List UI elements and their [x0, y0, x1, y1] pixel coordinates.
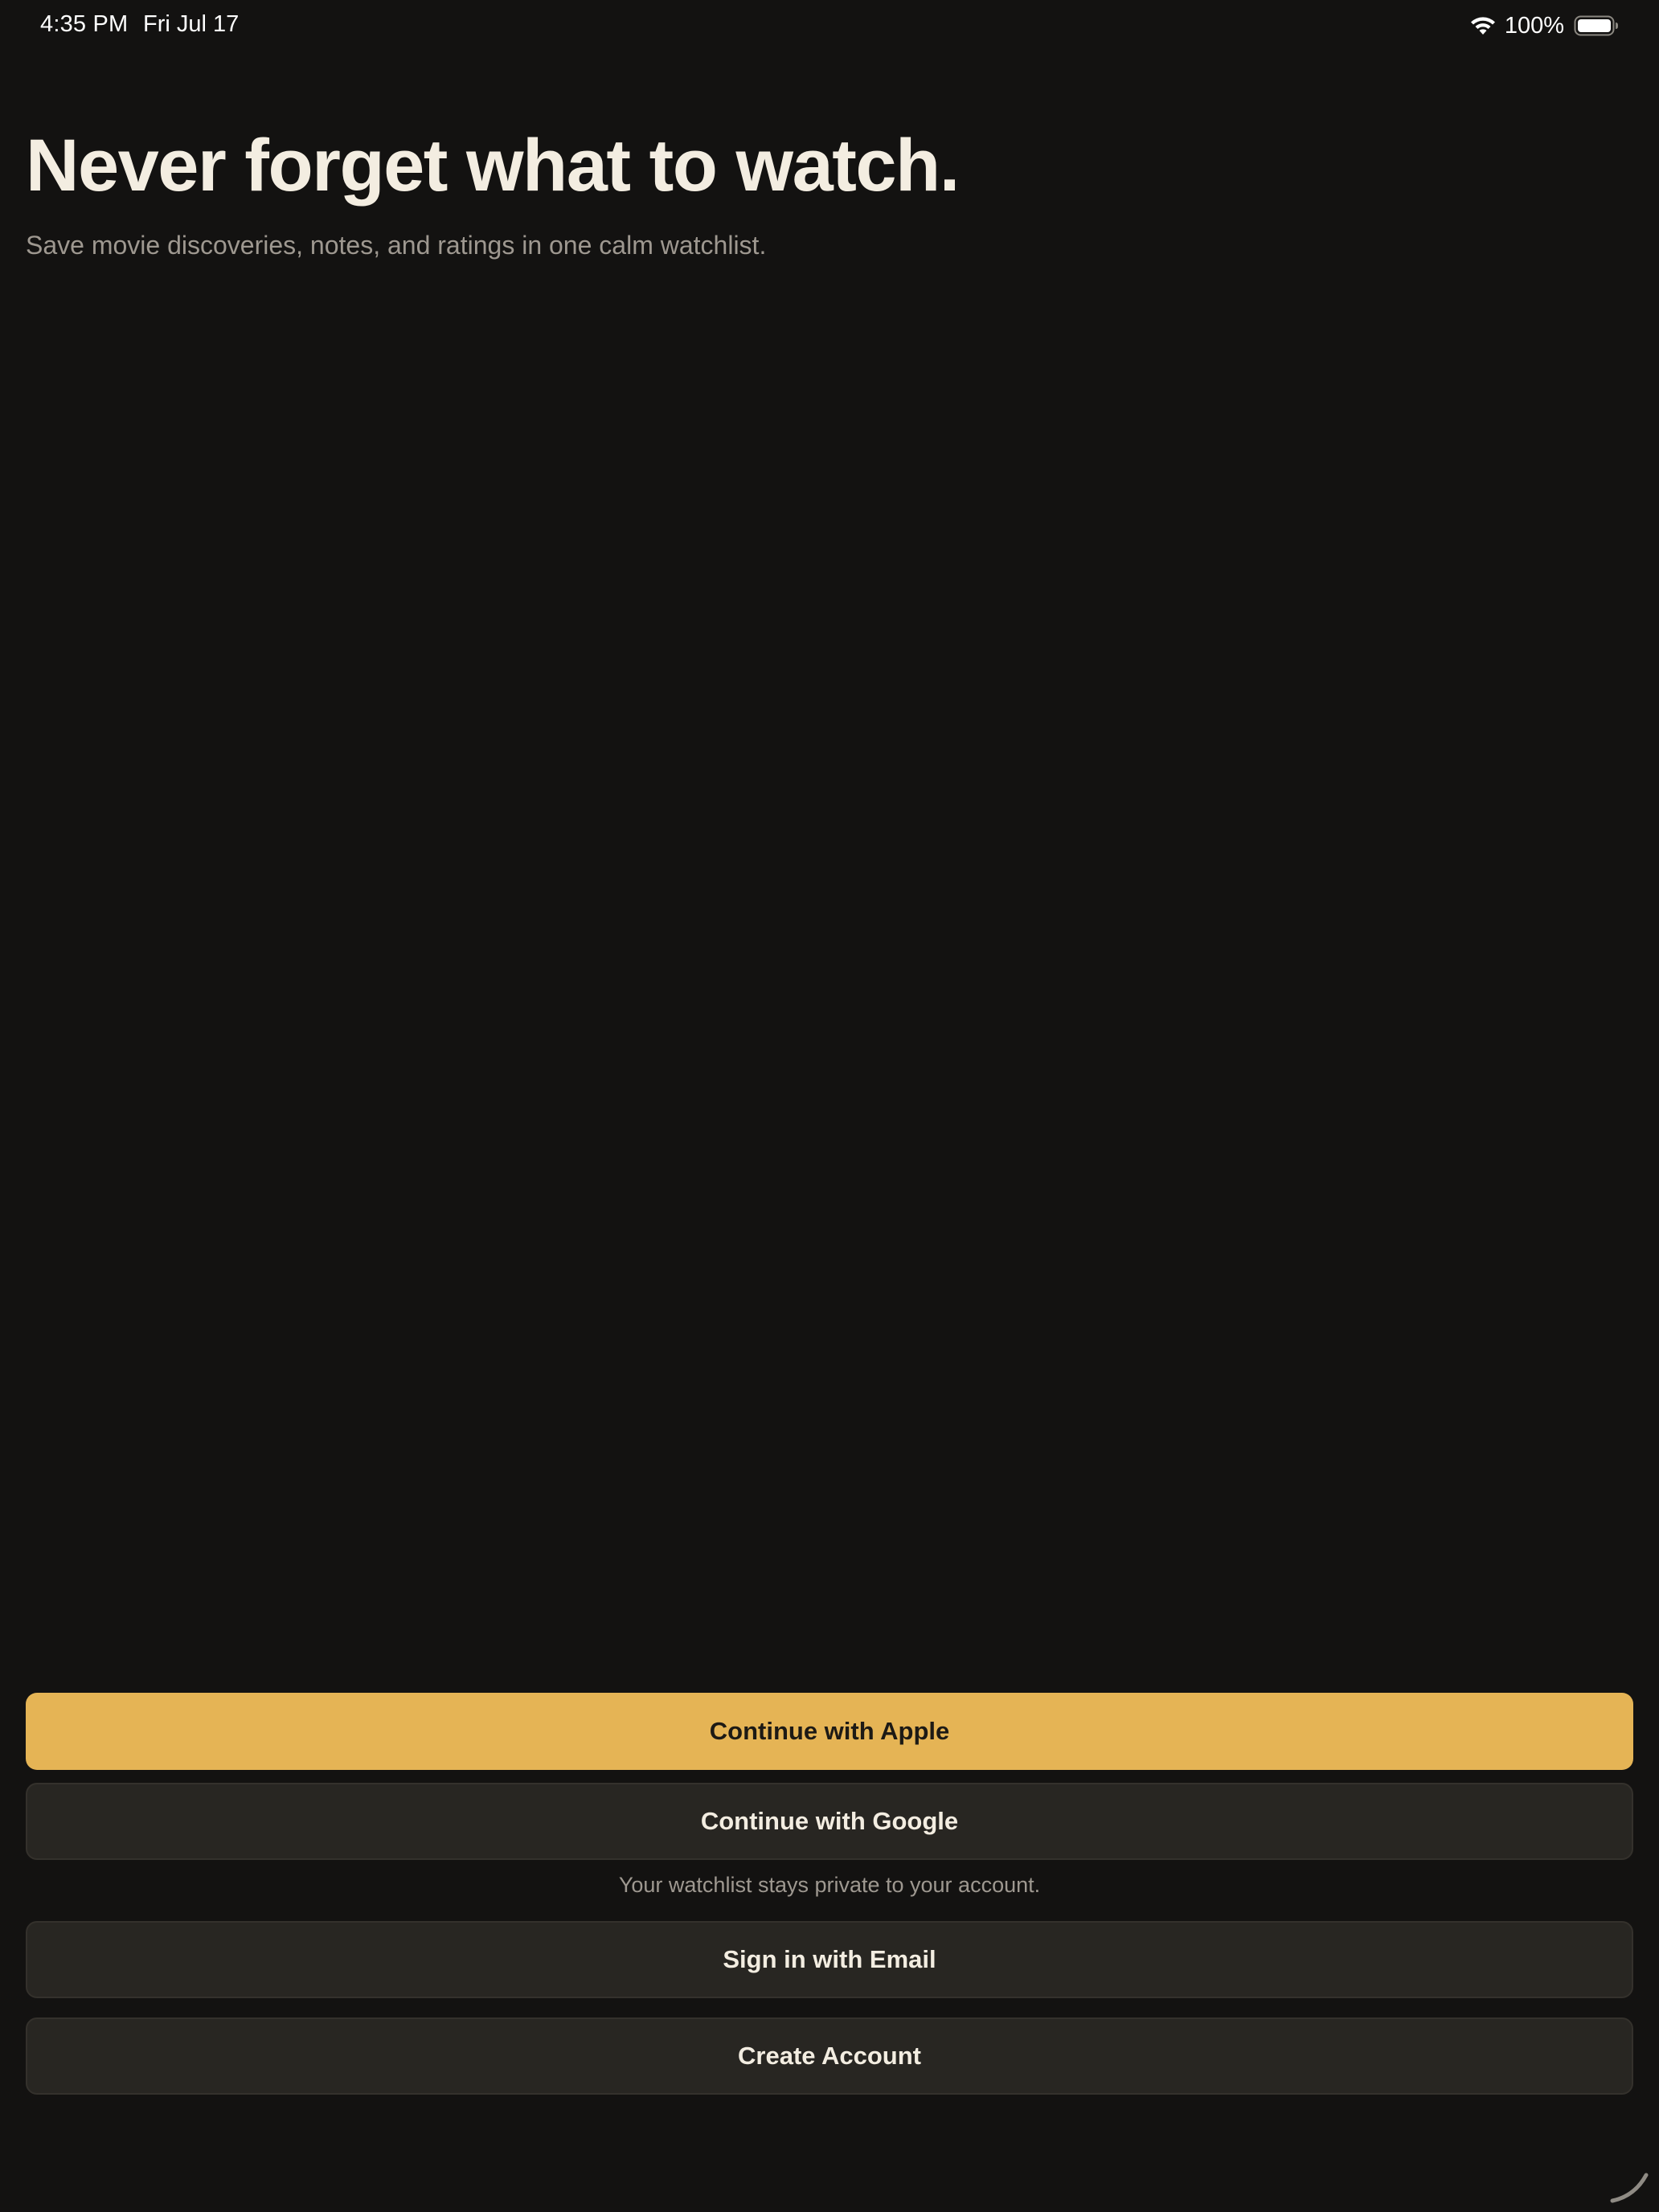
loading-arc-icon — [1610, 2173, 1649, 2203]
create-account-label: Create Account — [738, 2042, 921, 2070]
hero-subtitle: Save movie discoveries, notes, and ratin… — [26, 231, 767, 260]
continue-with-apple-button[interactable]: Continue with Apple — [26, 1693, 1633, 1770]
status-date: Fri Jul 17 — [143, 11, 240, 37]
create-account-button[interactable]: Create Account — [26, 2017, 1633, 2095]
status-time: 4:35 PM — [40, 11, 129, 37]
continue-with-google-button[interactable]: Continue with Google — [26, 1783, 1633, 1860]
status-indicators: 100% — [1469, 10, 1619, 42]
privacy-note: Your watchlist stays private to your acc… — [618, 1873, 1041, 1897]
wifi-icon — [1470, 17, 1495, 35]
continue-with-google-label: Continue with Google — [700, 1807, 959, 1835]
hero-title: Never forget what to watch. — [26, 125, 960, 207]
continue-with-apple-label: Continue with Apple — [709, 1717, 950, 1745]
battery-icon — [1574, 15, 1618, 36]
sign-in-with-email-label: Sign in with Email — [723, 1945, 936, 1973]
battery-percentage: 100% — [1504, 12, 1564, 39]
sign-in-with-email-button[interactable]: Sign in with Email — [26, 1921, 1633, 1998]
status-bar: 4:35 PM Fri Jul 17 100% — [0, 0, 1659, 51]
